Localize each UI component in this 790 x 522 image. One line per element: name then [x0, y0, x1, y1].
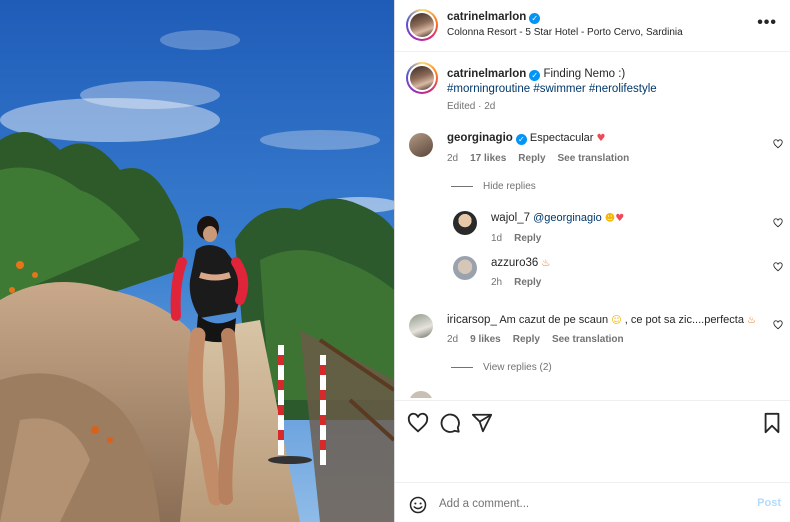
comment-meta: 2d 9 likes Reply See translation — [447, 334, 636, 345]
reply-meta: 2h Reply — [491, 277, 553, 288]
author-avatar[interactable] — [406, 9, 438, 41]
post-caption: catrinelmarlon ✓ Finding Nemo :) #morning… — [447, 67, 767, 97]
verified-badge-icon: ✓ — [529, 70, 541, 81]
author-username[interactable]: catrinelmarlon — [447, 11, 526, 23]
comment-time: 2d — [447, 153, 459, 164]
heart-emoji-icon: ♥ — [596, 133, 606, 144]
verified-badge-icon: ✓ — [515, 134, 527, 145]
reply-avatar[interactable] — [453, 256, 477, 280]
hide-replies-label: Hide replies — [483, 181, 536, 192]
comment-composer: Post — [395, 482, 790, 522]
comment-likes[interactable]: 17 likes — [470, 153, 506, 164]
comment-avatar[interactable] — [409, 314, 433, 338]
comment-like-heart-icon[interactable] — [773, 139, 783, 149]
like-heart-icon[interactable] — [407, 412, 429, 434]
reply-username[interactable]: azzuro36 — [491, 257, 538, 269]
comment-likes[interactable]: 9 likes — [470, 334, 501, 345]
reply-like-heart-icon[interactable] — [773, 218, 783, 228]
reply-button[interactable]: Reply — [513, 334, 540, 345]
hashtag-link[interactable]: #morningroutine — [447, 83, 530, 95]
comment-username[interactable]: georginagio — [447, 132, 513, 144]
comment-time: 2d — [447, 334, 459, 345]
reply-button[interactable]: Reply — [514, 277, 541, 288]
comment-body: iricarsop_ Am cazut de pe scaun ☺ , ce p… — [447, 314, 756, 326]
post-header: catrinelmarlon ✓ Colonna Resort - 5 Star … — [395, 0, 790, 52]
caption-text: Finding Nemo :) — [543, 68, 626, 80]
add-comment-input[interactable] — [439, 495, 739, 513]
reply-body: azzuro36 ♨ — [491, 257, 550, 269]
post-actions-bar — [395, 400, 790, 442]
comment-avatar[interactable] — [409, 391, 433, 398]
caption-username[interactable]: catrinelmarlon — [447, 68, 526, 80]
photo-scene — [0, 0, 394, 522]
heart-eyes-emoji-icon: ☻ — [604, 213, 616, 224]
comment-text-after: , ce pot sa zic....perfecta — [624, 314, 744, 326]
hashtag-link[interactable]: #swimmer — [533, 83, 585, 95]
more-options-icon[interactable]: ••• — [757, 14, 777, 32]
post-location[interactable]: Colonna Resort - 5 Star Hotel - Porto Ce… — [447, 27, 683, 38]
save-bookmark-icon[interactable] — [761, 412, 783, 434]
reply-button[interactable]: Reply — [514, 233, 541, 244]
comment-avatar[interactable] — [409, 133, 433, 157]
reply-meta: 1d Reply — [491, 233, 553, 244]
caption-meta: Edited · 2d — [447, 101, 496, 112]
reply-like-heart-icon[interactable] — [773, 262, 783, 272]
mention-link[interactable]: @georginagio — [533, 212, 602, 224]
smiley-emoji-picker-icon[interactable] — [409, 496, 427, 514]
reply-time: 1d — [491, 233, 503, 244]
reply-avatar[interactable] — [453, 211, 477, 235]
heart-emoji-icon: ♥ — [615, 213, 625, 224]
view-replies-label: View replies (2) — [483, 362, 552, 373]
share-send-icon[interactable] — [471, 412, 493, 434]
comments-scroll-area[interactable]: catrinelmarlon ✓ Finding Nemo :) #morning… — [395, 53, 790, 398]
see-translation-button[interactable]: See translation — [552, 334, 624, 345]
comment-body: georginagio ✓ Espectacular ♥ — [447, 132, 606, 145]
comment-username[interactable]: iricarsop_ — [447, 314, 497, 326]
reply-button[interactable]: Reply — [518, 153, 545, 164]
comment-icon[interactable] — [439, 412, 461, 434]
comment-text-before: Am cazut de pe scaun — [499, 314, 609, 326]
view-replies-toggle[interactable]: View replies (2) — [451, 362, 552, 373]
hide-replies-toggle[interactable]: Hide replies — [451, 181, 536, 192]
post-comment-button[interactable]: Post — [757, 497, 781, 509]
laughing-emoji-icon: ☺ — [611, 315, 622, 326]
see-translation-button[interactable]: See translation — [558, 153, 630, 164]
fire-emoji-icon: ♨ — [747, 315, 756, 326]
post-photo[interactable] — [0, 0, 394, 522]
reply-username[interactable]: wajol_7 — [491, 212, 530, 224]
author-username-row: catrinelmarlon ✓ — [447, 11, 541, 24]
verified-badge-icon: ✓ — [529, 13, 541, 24]
caption-avatar[interactable] — [406, 62, 438, 94]
reply-body: wajol_7 @georginagio ☻♥ — [491, 212, 624, 224]
comment-text: Espectacular — [529, 132, 594, 144]
reply-time: 2h — [491, 277, 503, 288]
comment-like-heart-icon[interactable] — [773, 320, 783, 330]
comment-meta: 2d 17 likes Reply See translation — [447, 153, 641, 164]
fire-emoji-icon: ♨ — [541, 258, 551, 269]
post-panel: catrinelmarlon ✓ Colonna Resort - 5 Star … — [394, 0, 790, 522]
hashtag-link[interactable]: #nerolifestyle — [589, 83, 657, 95]
